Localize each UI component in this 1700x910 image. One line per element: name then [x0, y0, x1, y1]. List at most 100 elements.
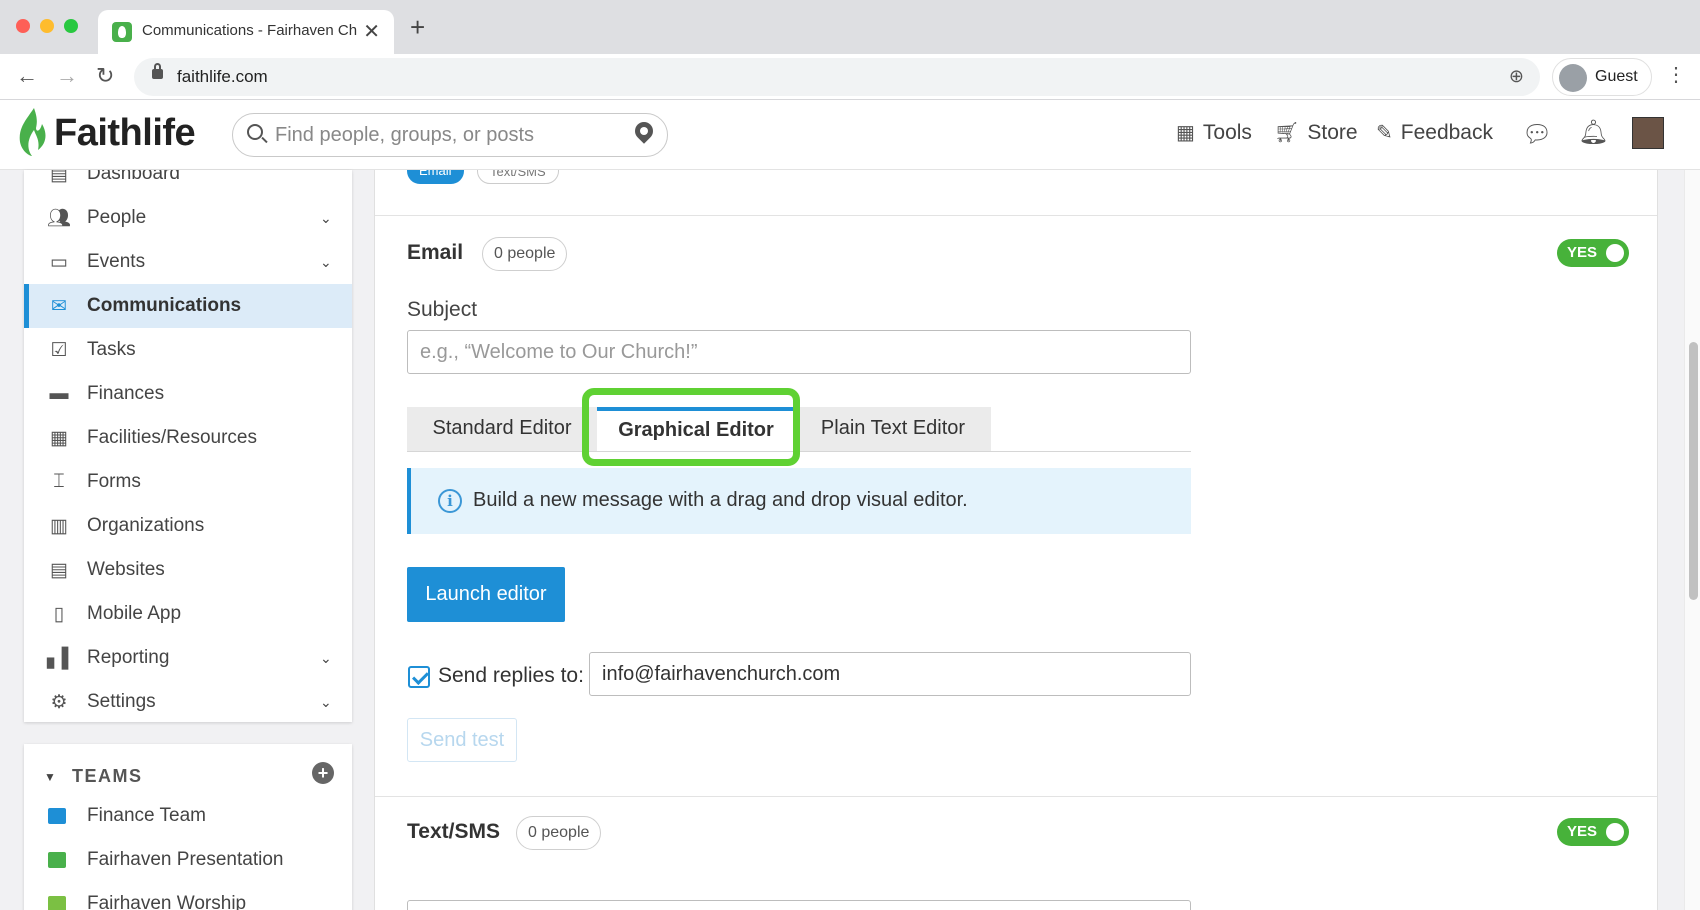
- sidebar-item-label: Facilities/Resources: [87, 427, 257, 448]
- clipboard-icon: ☑: [50, 339, 68, 361]
- email-people-badge: 0 people: [482, 237, 568, 271]
- bell-icon[interactable]: 🔔︎: [1578, 118, 1608, 147]
- feedback-icon: ✎: [1376, 122, 1393, 144]
- minimize-window-button[interactable]: [40, 19, 54, 33]
- tab-plain-text-editor[interactable]: Plain Text Editor: [795, 407, 991, 451]
- store-label: Store: [1307, 120, 1358, 144]
- sidebar-item-reporting[interactable]: ▖▌ Reporting ⌄: [24, 636, 352, 680]
- global-search[interactable]: [232, 113, 668, 157]
- close-window-button[interactable]: [16, 19, 30, 33]
- sidebar-item-settings[interactable]: ⚙ Settings ⌄: [24, 680, 352, 722]
- sidebar-item-label: Websites: [87, 559, 165, 580]
- send-test-button[interactable]: Send test: [407, 718, 517, 762]
- forward-icon[interactable]: →: [56, 63, 78, 89]
- building-icon: ▦: [50, 427, 68, 449]
- reply-to-email-input[interactable]: [589, 652, 1191, 696]
- info-icon: i: [438, 489, 462, 513]
- section-divider: [375, 796, 1657, 797]
- faithlife-logo[interactable]: Faithlife: [54, 112, 196, 155]
- teams-panel: ▼ TEAMS + Finance Team Fairhaven Present…: [24, 744, 352, 910]
- sidebar-item-forms[interactable]: ⌶ Forms: [24, 460, 352, 504]
- feedback-link[interactable]: ✎ Feedback: [1376, 120, 1493, 145]
- team-label: Fairhaven Worship: [87, 893, 247, 910]
- sidebar-item-tasks[interactable]: ☑ Tasks: [24, 328, 352, 372]
- chevron-down-icon[interactable]: ⌄: [320, 210, 332, 227]
- toggle-knob: [1606, 823, 1624, 841]
- search-icon: [247, 124, 263, 140]
- close-tab-icon[interactable]: ✕: [363, 19, 380, 44]
- chevron-down-icon[interactable]: ⌄: [320, 650, 332, 667]
- highlight-ring: [582, 388, 800, 466]
- envelope-icon: ✉: [51, 295, 67, 317]
- website-icon: ▤: [50, 559, 68, 581]
- sms-channel-pill[interactable]: Text/SMS: [477, 170, 559, 184]
- zoom-icon[interactable]: ⊕: [1509, 66, 1524, 87]
- sidebar-item-communications[interactable]: ✉ Communications: [24, 284, 352, 328]
- email-channel-pill[interactable]: Email: [407, 170, 464, 184]
- sidebar-item-label: Dashboard: [87, 170, 180, 184]
- teams-heading[interactable]: TEAMS: [72, 766, 143, 787]
- sidebar-item-label: Tasks: [87, 339, 136, 360]
- sidebar-item-label: Reporting: [87, 647, 170, 668]
- send-replies-checkbox[interactable]: [408, 666, 430, 688]
- team-label: Fairhaven Presentation: [87, 849, 284, 870]
- chat-icon[interactable]: 💬︎: [1522, 120, 1552, 149]
- chevron-down-icon[interactable]: ⌄: [320, 694, 332, 711]
- team-item[interactable]: Fairhaven Worship: [24, 886, 352, 910]
- store-link[interactable]: 🛒︎ Store: [1274, 120, 1358, 145]
- form-icon: ⌶: [53, 471, 65, 492]
- gear-icon: ⚙: [50, 691, 68, 713]
- calendar-icon: ▭: [50, 251, 68, 273]
- sidebar-item-facilities[interactable]: ▦ Facilities/Resources: [24, 416, 352, 460]
- email-section-title: Email: [407, 241, 464, 264]
- tab-standard-editor[interactable]: Standard Editor: [407, 407, 597, 451]
- sidebar-item-finances[interactable]: ▬ Finances: [24, 372, 352, 416]
- page-scrollbar[interactable]: [1684, 170, 1700, 910]
- sidebar-item-events[interactable]: ▭ Events ⌄: [24, 240, 352, 284]
- address-bar: ← → ↻ faithlife.com ⊕ Guest ⋮: [0, 54, 1700, 100]
- new-tab-icon[interactable]: +: [410, 14, 425, 40]
- team-item[interactable]: Finance Team: [24, 798, 352, 838]
- tools-label: Tools: [1202, 120, 1252, 144]
- sms-section-title: Text/SMS: [407, 820, 500, 843]
- main-content: Email Text/SMS Email 0 people YES Subjec…: [374, 170, 1658, 910]
- location-pin-icon[interactable]: [631, 118, 657, 144]
- sidebar-item-label: People: [87, 207, 147, 228]
- url-text[interactable]: faithlife.com: [177, 67, 268, 87]
- sidebar-item-dashboard[interactable]: ▤ Dashboard: [24, 170, 352, 196]
- feedback-label: Feedback: [1400, 120, 1493, 144]
- chevron-down-icon[interactable]: ⌄: [320, 254, 332, 271]
- team-item[interactable]: Fairhaven Presentation: [24, 842, 352, 882]
- grid-icon: ▦: [1176, 122, 1195, 144]
- sms-enabled-toggle[interactable]: YES: [1557, 818, 1629, 846]
- launch-editor-button[interactable]: Launch editor: [407, 567, 565, 622]
- maximize-window-button[interactable]: [64, 19, 78, 33]
- credit-card-icon: ▬: [49, 383, 69, 404]
- tools-link[interactable]: ▦ Tools: [1176, 120, 1252, 145]
- sidebar-item-people[interactable]: 👥︎ People ⌄: [24, 196, 352, 240]
- section-divider: [375, 215, 1657, 216]
- subject-input[interactable]: [407, 330, 1191, 374]
- email-enabled-toggle[interactable]: YES: [1557, 239, 1629, 267]
- omnibox[interactable]: faithlife.com ⊕: [134, 58, 1540, 96]
- sidebar-item-websites[interactable]: ▤ Websites: [24, 548, 352, 592]
- user-avatar[interactable]: [1632, 117, 1664, 149]
- browser-tab[interactable]: Communications - Fairhaven Church ✕: [98, 10, 394, 54]
- menu-icon[interactable]: ⋮: [1666, 62, 1686, 87]
- back-icon[interactable]: ←: [16, 63, 38, 89]
- scrollbar-thumb[interactable]: [1689, 342, 1698, 600]
- sidebar-item-label: Communications: [87, 295, 242, 316]
- sms-message-field[interactable]: [407, 900, 1191, 910]
- sidebar-item-organizations[interactable]: ▥ Organizations: [24, 504, 352, 548]
- send-replies-label: Send replies to:: [438, 664, 584, 687]
- add-team-icon[interactable]: +: [312, 762, 334, 784]
- toggle-label: YES: [1567, 823, 1598, 840]
- collapse-caret-icon[interactable]: ▼: [44, 770, 56, 784]
- sidebar-item-label: Mobile App: [87, 603, 182, 624]
- search-input[interactable]: [275, 122, 605, 148]
- profile-button[interactable]: Guest: [1552, 58, 1652, 96]
- reload-icon[interactable]: ↻: [96, 63, 114, 89]
- cart-icon: 🛒︎: [1274, 122, 1300, 144]
- bar-chart-icon: ▖▌: [47, 647, 76, 669]
- sidebar-item-mobile-app[interactable]: ▯ Mobile App: [24, 592, 352, 636]
